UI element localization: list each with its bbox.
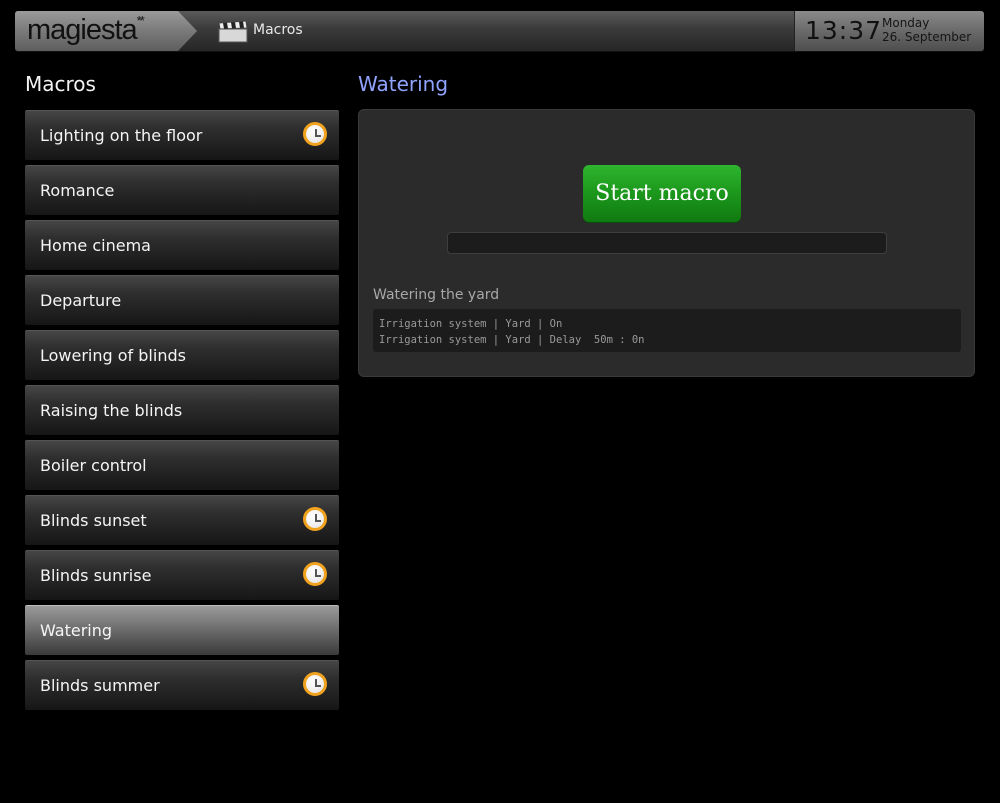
sidebar-item-label: Home cinema — [40, 236, 151, 255]
sidebar-item-label: Blinds sunset — [40, 511, 147, 530]
schedule-clock-icon[interactable] — [303, 507, 327, 531]
sidebar-item-label: Raising the blinds — [40, 401, 183, 420]
sidebar-item[interactable]: Departure — [25, 275, 339, 325]
sidebar-item[interactable]: Lowering of blinds — [25, 330, 339, 380]
sidebar-item[interactable]: Romance — [25, 165, 339, 215]
logo-text: magiesta** — [27, 13, 145, 47]
clock-day: Monday — [882, 16, 930, 30]
macro-description: Watering the yard — [373, 287, 500, 303]
clock-time: 13:37 — [805, 16, 883, 45]
sidebar-item-label: Lighting on the floor — [40, 126, 203, 145]
macro-step: Irrigation system | Yard | On — [379, 318, 563, 330]
macro-step: Irrigation system | Yard | Delay 50m : 0… — [379, 334, 645, 346]
sidebar-item[interactable]: Blinds sunrise — [25, 550, 339, 600]
schedule-clock-icon[interactable] — [303, 562, 327, 586]
logo-wordmark: magiesta — [27, 14, 138, 46]
sidebar-item-label: Departure — [40, 291, 122, 310]
sidebar-item-label: Boiler control — [40, 456, 147, 475]
macro-progress-bar — [447, 232, 887, 254]
start-macro-button[interactable]: Start macro — [583, 165, 741, 222]
breadcrumb[interactable]: Macros — [253, 22, 303, 38]
schedule-clock-icon[interactable] — [303, 672, 327, 696]
sidebar-item-label: Blinds summer — [40, 676, 160, 695]
sidebar-item[interactable]: Boiler control — [25, 440, 339, 490]
sidebar-title: Macros — [25, 72, 96, 96]
sidebar-item-label: Romance — [40, 181, 115, 200]
sidebar-item[interactable]: Watering — [25, 605, 339, 655]
clock-widget: 13:37 Monday 26. September — [794, 11, 984, 51]
page-title: Watering — [358, 72, 449, 96]
clapperboard-icon — [218, 21, 248, 43]
sidebar-item[interactable]: Blinds sunset — [25, 495, 339, 545]
macro-steps: Irrigation system | Yard | On Irrigation… — [373, 309, 961, 352]
sidebar-item[interactable]: Home cinema — [25, 220, 339, 270]
clock-date: 26. September — [882, 30, 972, 44]
macro-list: Lighting on the floor Romance Home cinema D… — [25, 110, 339, 715]
sidebar-item-label: Blinds sunrise — [40, 566, 152, 585]
logo-mark: ** — [136, 13, 145, 28]
schedule-clock-icon[interactable] — [303, 122, 327, 146]
logo[interactable]: magiesta** — [15, 11, 197, 51]
sidebar-item[interactable]: Lighting on the floor — [25, 110, 339, 160]
sidebar-item[interactable]: Blinds summer — [25, 660, 339, 710]
sidebar-item[interactable]: Raising the blinds — [25, 385, 339, 435]
macro-detail-panel: Start macro Watering the yard Irrigation… — [358, 109, 975, 377]
sidebar-item-label: Lowering of blinds — [40, 346, 186, 365]
top-bar: magiesta** Macros 13:37 Monday 26. Septe… — [15, 11, 984, 51]
sidebar-item-label: Watering — [40, 621, 113, 640]
